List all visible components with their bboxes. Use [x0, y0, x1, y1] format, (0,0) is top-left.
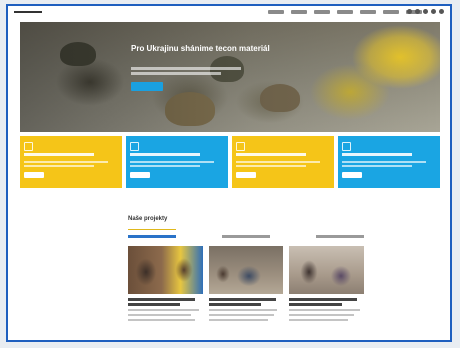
menu-item-3[interactable] — [314, 10, 330, 14]
facebook-icon[interactable] — [407, 9, 412, 14]
site-logo[interactable] — [14, 9, 42, 15]
main-menu — [268, 10, 422, 14]
project-text-line — [289, 309, 360, 311]
project-photo[interactable] — [128, 340, 203, 342]
browser-screenshot-frame: Pro Ukrajinu shánime tecon materiál Naše… — [6, 4, 452, 342]
card-title — [342, 153, 412, 156]
feature-card-4[interactable] — [338, 136, 440, 188]
project-text-line — [289, 314, 354, 316]
youtube-icon[interactable] — [439, 9, 444, 14]
project-title[interactable] — [128, 298, 196, 301]
project-title[interactable] — [208, 298, 276, 301]
tab-projects-2[interactable] — [222, 235, 270, 238]
project-photo[interactable] — [289, 246, 365, 294]
card-button[interactable] — [342, 172, 362, 178]
card-text-line — [342, 161, 426, 163]
project-photo[interactable] — [128, 246, 203, 294]
card-title — [130, 153, 200, 156]
linkedin-icon[interactable] — [431, 9, 436, 14]
menu-item-2[interactable] — [291, 10, 307, 14]
project-title-line — [128, 303, 181, 306]
project-title-line — [208, 303, 261, 306]
card-text-line — [236, 165, 306, 167]
project-text-line — [289, 319, 348, 321]
instagram-icon[interactable] — [415, 9, 420, 14]
card-text-line — [24, 161, 108, 163]
project-text-line — [208, 314, 275, 316]
section-title-underline — [128, 229, 176, 230]
card-text-line — [130, 165, 200, 167]
projects-grid — [128, 246, 365, 321]
project-text-line — [128, 309, 199, 311]
project-card[interactable] — [289, 246, 365, 321]
card-text-line — [342, 165, 412, 167]
hero-subtitle-line — [131, 72, 221, 75]
project-text-line — [208, 309, 278, 311]
hero-subtitle-line — [131, 67, 241, 70]
card-text-line — [24, 165, 94, 167]
menu-item-1[interactable] — [268, 10, 284, 14]
project-title[interactable] — [289, 298, 357, 301]
project-text-line — [128, 319, 196, 321]
hero-cta-button[interactable] — [131, 82, 163, 91]
project-photo[interactable] — [209, 340, 284, 342]
tab-projects-3[interactable] — [316, 235, 364, 238]
card-button[interactable] — [130, 172, 150, 178]
box-icon — [236, 142, 245, 151]
feature-cards — [20, 136, 440, 188]
top-navigation — [8, 6, 450, 20]
projects-section-title: Naše projekty — [128, 216, 168, 222]
next-projects-row — [128, 340, 364, 342]
project-card[interactable] — [128, 246, 203, 321]
menu-item-5[interactable] — [360, 10, 376, 14]
feature-card-1[interactable] — [20, 136, 122, 188]
card-title — [236, 153, 306, 156]
project-text-line — [128, 314, 192, 316]
tab-projects-1[interactable] — [128, 235, 176, 238]
project-title-line — [289, 303, 342, 306]
project-card[interactable] — [208, 246, 284, 321]
project-tabs — [128, 235, 364, 238]
card-button[interactable] — [236, 172, 256, 178]
twitter-icon[interactable] — [423, 9, 428, 14]
project-photo[interactable] — [289, 340, 364, 342]
project-text-line — [208, 319, 269, 321]
hero-title: Pro Ukrajinu shánime tecon materiál — [131, 44, 270, 53]
card-title — [24, 153, 94, 156]
project-photo[interactable] — [208, 246, 284, 294]
hero-banner: Pro Ukrajinu shánime tecon materiál — [20, 22, 440, 132]
menu-item-6[interactable] — [383, 10, 399, 14]
box-icon — [130, 142, 139, 151]
card-button[interactable] — [24, 172, 44, 178]
box-icon — [342, 142, 351, 151]
box-icon — [24, 142, 33, 151]
card-text-line — [236, 161, 320, 163]
feature-card-3[interactable] — [232, 136, 334, 188]
menu-item-4[interactable] — [337, 10, 353, 14]
social-links — [407, 9, 444, 14]
feature-card-2[interactable] — [126, 136, 228, 188]
hero-overlay — [20, 22, 440, 132]
card-text-line — [130, 161, 214, 163]
